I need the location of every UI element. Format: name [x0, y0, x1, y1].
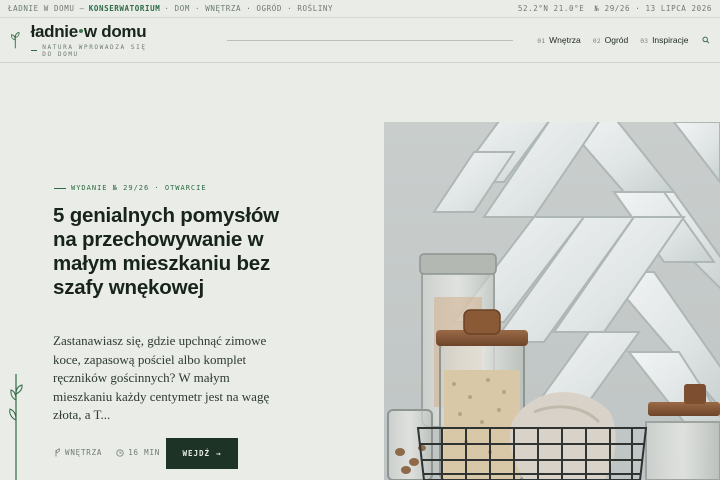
nav-item-label: Wnętrza [549, 35, 581, 45]
category-links[interactable]: · DOM · WNĘTRZA · OGRÓD · ROŚLINY [164, 4, 333, 13]
hero-photo[interactable] [384, 122, 720, 480]
issue-date: № 29/26 · 13 LIPCA 2026 [594, 4, 712, 13]
coordinates: 52.2°N 21.0°E [517, 4, 585, 13]
top-strip-left: ŁADNIE W DOMU — KONSERWATORIUM · DOM · W… [8, 4, 333, 13]
leaf-icon [55, 448, 60, 457]
read-time: 16 MIN [116, 448, 160, 457]
nav-item-inspiracje[interactable]: 03 Inspiracje [640, 35, 688, 45]
brand-dot [78, 28, 83, 33]
cta-label: WEJDŹ [182, 449, 211, 458]
nav-item-label: Inspiracje [652, 35, 689, 45]
nav-item-number: 03 [640, 37, 649, 45]
brand-name: ładnie w domu [30, 21, 152, 41]
category-label: WNĘTRZA [65, 448, 103, 457]
top-strip: ŁADNIE W DOMU — KONSERWATORIUM · DOM · W… [0, 0, 720, 18]
read-article-button[interactable]: WEJDŹ → [166, 438, 238, 469]
article-headline[interactable]: 5 genialnych pomysłów na przechowywanie … [53, 204, 283, 300]
header-divider [227, 39, 514, 41]
section-link[interactable]: KONSERWATORIUM [89, 4, 161, 13]
eyebrow-dash [54, 187, 66, 189]
read-time-label: 16 MIN [128, 448, 161, 457]
brand-name-part2: w domu [83, 21, 147, 41]
category-tag[interactable]: WNĘTRZA [54, 448, 102, 457]
search-icon[interactable] [702, 35, 710, 45]
nav-item-number: 02 [592, 37, 601, 45]
nav-item-number: 01 [537, 37, 546, 45]
nav-item-wnetrza[interactable]: 01 Wnętrza [537, 35, 580, 45]
nav-item-label: Ogród [604, 35, 629, 45]
site-label: ŁADNIE W DOMU — [8, 4, 85, 13]
site-header: ładnie w domu NATURA WPROWADZA SIĘ DO DOM… [0, 18, 720, 63]
main-nav: 01 Wnętrza 02 Ogród 03 Inspiracje [537, 35, 688, 45]
nav-item-ogrod[interactable]: 02 Ogród [593, 35, 628, 45]
eyebrow-text: WYDANIE № 29/26 · OTWARCIE [71, 184, 207, 192]
clock-icon [116, 448, 124, 457]
article-meta: WNĘTRZA 16 MIN [54, 448, 160, 457]
sprout-logo-icon[interactable] [10, 28, 21, 52]
top-strip-right: 52.2°N 21.0°E № 29/26 · 13 LIPCA 2026 [518, 4, 712, 13]
tagline-text: NATURA WPROWADZA SIĘ DO DOMU [42, 43, 147, 58]
issue-eyebrow: WYDANIE № 29/26 · OTWARCIE [54, 184, 207, 192]
arrow-right-icon: → [216, 449, 222, 458]
brand-name-part1: ładnie [30, 21, 79, 41]
tagline-dash [30, 50, 38, 51]
brand[interactable]: ładnie w domu NATURA WPROWADZA SIĘ DO DOM… [30, 21, 152, 58]
tagline: NATURA WPROWADZA SIĘ DO DOMU [30, 43, 152, 58]
sprout-decoration-icon [9, 374, 23, 480]
article-excerpt: Zastanawiasz się, gdzie upchnąć zimowe k… [53, 333, 270, 422]
